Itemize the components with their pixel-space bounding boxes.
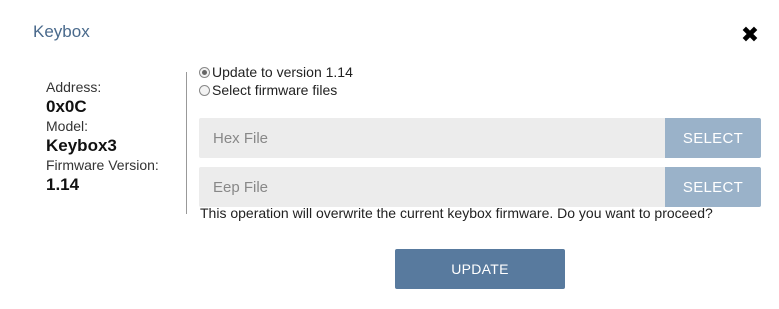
update-to-version-option[interactable]: Update to version 1.14 xyxy=(199,63,763,81)
eep-file-input[interactable] xyxy=(199,167,665,207)
firmware-update-dialog: Keybox ✖ Address: 0x0C Model: Keybox3 Fi… xyxy=(0,0,779,309)
hex-file-row: SELECT xyxy=(199,118,761,158)
address-label: Address: xyxy=(46,79,102,95)
update-to-version-radio[interactable] xyxy=(199,66,210,78)
select-firmware-files-label: Select firmware files xyxy=(212,82,338,98)
select-firmware-files-option[interactable]: Select firmware files xyxy=(199,81,763,99)
address-value: 0x0C xyxy=(46,97,87,116)
update-options: Update to version 1.14 Select firmware f… xyxy=(199,63,763,207)
overwrite-warning-text: This operation will overwrite the curren… xyxy=(200,205,713,221)
hex-file-select-button[interactable]: SELECT xyxy=(665,118,761,158)
select-firmware-files-radio[interactable] xyxy=(199,84,210,96)
firmware-version-label: Firmware Version: xyxy=(46,157,159,173)
device-info-panel: Address: 0x0C Model: Keybox3 Firmware Ve… xyxy=(46,78,181,195)
update-button[interactable]: UPDATE xyxy=(395,249,565,289)
eep-file-select-button[interactable]: SELECT xyxy=(665,167,761,207)
model-value: Keybox3 xyxy=(46,136,117,155)
firmware-version-value: 1.14 xyxy=(46,175,80,194)
model-label: Model: xyxy=(46,118,89,134)
close-icon[interactable]: ✖ xyxy=(739,24,761,46)
dialog-title: Keybox xyxy=(33,22,90,41)
hex-file-input[interactable] xyxy=(199,118,665,158)
eep-file-row: SELECT xyxy=(199,167,761,207)
update-to-version-label: Update to version 1.14 xyxy=(212,64,353,80)
vertical-divider xyxy=(186,72,187,214)
